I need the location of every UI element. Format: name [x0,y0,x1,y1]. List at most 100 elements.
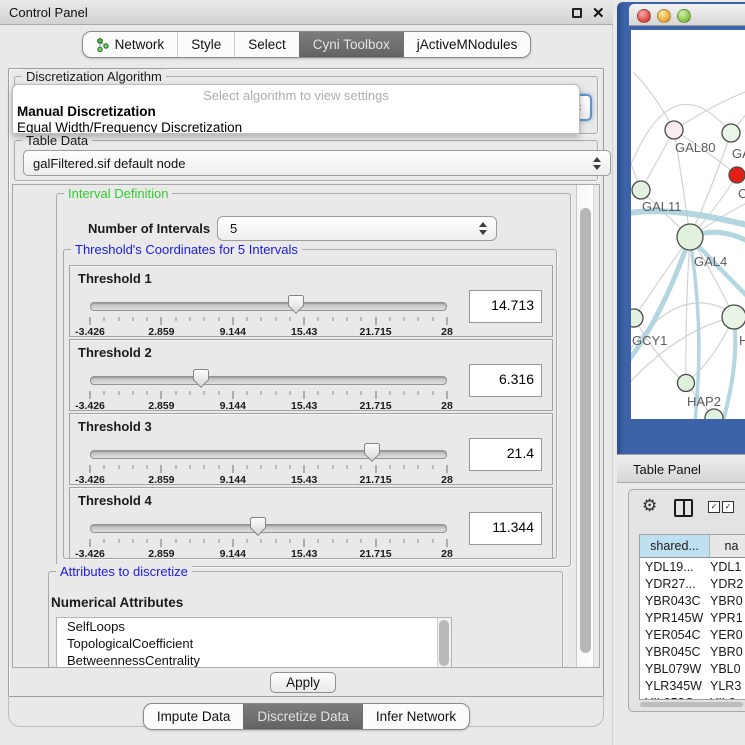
gear-icon[interactable]: ⚙ [642,496,657,516]
algorithm-option-equal-width-frequency-discretization[interactable]: Equal Width/Frequency Discretization [13,119,579,134]
scrollbar-thumb[interactable] [439,620,449,666]
table-row[interactable]: YDL19...YDL1 [640,558,745,575]
column-selector-icon[interactable] [674,499,693,517]
slider-ticks [90,539,447,547]
threshold-label: Threshold 2 [78,345,152,360]
table-row[interactable]: YDR27...YDR2 [640,575,745,592]
threshold-value-field[interactable]: 14.713 [469,290,542,323]
tick [275,391,276,395]
attribute-item-topologicalcoefficient[interactable]: TopologicalCoefficient [57,635,451,652]
slider-track[interactable] [90,524,447,533]
network-node[interactable] [665,121,683,139]
minimize-traffic-light-icon[interactable] [657,9,671,23]
tab-select[interactable]: Select [234,32,299,57]
tick-label: 28 [441,326,453,338]
table-row[interactable]: YLR345WYLR3 [640,677,745,694]
network-node[interactable] [729,167,745,183]
network-node[interactable] [632,181,650,199]
tick [247,317,248,321]
table-panel-titlebar: Table Panel [617,454,745,483]
table-cell: YLR345W [640,679,710,693]
scrollbar-thumb[interactable] [640,702,743,707]
table-cell: YIL052C [640,696,710,701]
network-canvas[interactable]: GAL80GACGAL11GAL4GCY1HHAP2 [631,30,745,419]
attribute-item-selfloops[interactable]: SelfLoops [57,618,451,635]
slider-ticks [90,391,447,399]
close-traffic-light-icon[interactable] [637,9,651,23]
table-cell: YBL0 [710,662,745,676]
table-row[interactable]: YER054CYER0 [640,626,745,643]
float-window-icon[interactable] [572,8,582,18]
tick [289,317,290,321]
algorithm-option-manual-discretization[interactable]: Manual Discretization [13,103,579,119]
zoom-traffic-light-icon[interactable] [677,9,691,23]
checkbox-icon[interactable]: ✓ [722,501,734,513]
tick-label: 21.715 [360,400,392,412]
table-row[interactable]: YPR145WYPR1 [640,609,745,626]
node-attribute-table[interactable]: shared...na YDL19...YDL1YDR27...YDR2YBR0… [639,534,745,700]
slider-thumb[interactable] [364,443,380,462]
number-of-intervals-select[interactable]: 5 [217,216,497,241]
node-label: GAL4 [694,254,727,269]
apply-button[interactable]: Apply [270,672,336,693]
network-view-window[interactable]: GAL80GACGAL11GAL4GCY1HHAP2 [617,2,745,454]
tick-label: 9.144 [220,400,246,412]
column-header-shared-[interactable]: shared... [640,535,710,557]
slider-track[interactable] [90,450,447,459]
threshold-value-field[interactable]: 11.344 [469,512,542,545]
tick [189,465,190,469]
combo-arrows-icon [585,157,601,170]
control-panel: Control Panel ✕ NetworkStyleSelectCyni T… [0,0,613,745]
tick [389,539,390,543]
tab-jactivemnodules[interactable]: jActiveMNodules [403,32,531,57]
tab-style[interactable]: Style [177,32,234,57]
tick [247,391,248,395]
tick [361,317,362,321]
scrollbar-thumb[interactable] [580,208,591,653]
network-node[interactable] [678,375,695,392]
network-node[interactable] [677,224,703,250]
tab-cyni-toolbox[interactable]: Cyni Toolbox [299,32,403,57]
table-row[interactable]: YBR045CYBR0 [640,643,745,660]
tab-network[interactable]: Network [83,32,178,57]
algorithm-placeholder-option[interactable]: Select algorithm to view settings [13,85,579,103]
network-node[interactable] [722,124,740,142]
checkbox-icon[interactable]: ✓ [708,501,720,513]
tick [347,465,348,469]
tick [432,317,433,321]
tick [304,317,305,325]
threshold-value-field[interactable]: 6.316 [469,364,542,397]
threshold-slider: -3.4262.8599.14415.4321.71528 [90,514,447,558]
tick [147,465,148,469]
tab-impute-data[interactable]: Impute Data [144,704,244,729]
tab-infer-network[interactable]: Infer Network [362,704,469,729]
tick [232,539,233,547]
column-header-na[interactable]: na [710,535,745,557]
tick [204,391,205,395]
network-node[interactable] [631,309,643,327]
vertical-scrollbar[interactable] [576,185,594,668]
slider-thumb[interactable] [250,517,266,536]
table-cell: YBR043C [640,594,710,608]
slider-thumb[interactable] [193,369,209,388]
close-icon[interactable]: ✕ [592,4,605,22]
slider-track[interactable] [90,302,447,311]
tab-discretize-data[interactable]: Discretize Data [243,704,362,729]
table-panel-title: Table Panel [633,462,701,477]
table-row[interactable]: YBL079WYBL0 [640,660,745,677]
table-row[interactable]: YBR043CYBR0 [640,592,745,609]
attribute-item-betweennesscentrality[interactable]: BetweennessCentrality [57,652,451,668]
attributes-list-scrollbar[interactable] [437,618,451,668]
horizontal-scrollbar[interactable] [639,701,745,708]
top-tabbar: NetworkStyleSelectCyni ToolboxjActiveMNo… [0,31,613,58]
numerical-attributes-list[interactable]: SelfLoopsTopologicalCoefficientBetweenne… [56,617,452,668]
tick-label: 9.144 [220,474,246,486]
network-node[interactable] [722,305,745,329]
tick [90,317,91,325]
slider-thumb[interactable] [288,295,304,314]
slider-track[interactable] [90,376,447,385]
table-row[interactable]: YIL052CYIL0 [640,694,745,700]
table-data-select[interactable]: galFiltered.sif default node [23,150,611,176]
threshold-value-field[interactable]: 21.4 [469,438,542,471]
tick [189,539,190,543]
